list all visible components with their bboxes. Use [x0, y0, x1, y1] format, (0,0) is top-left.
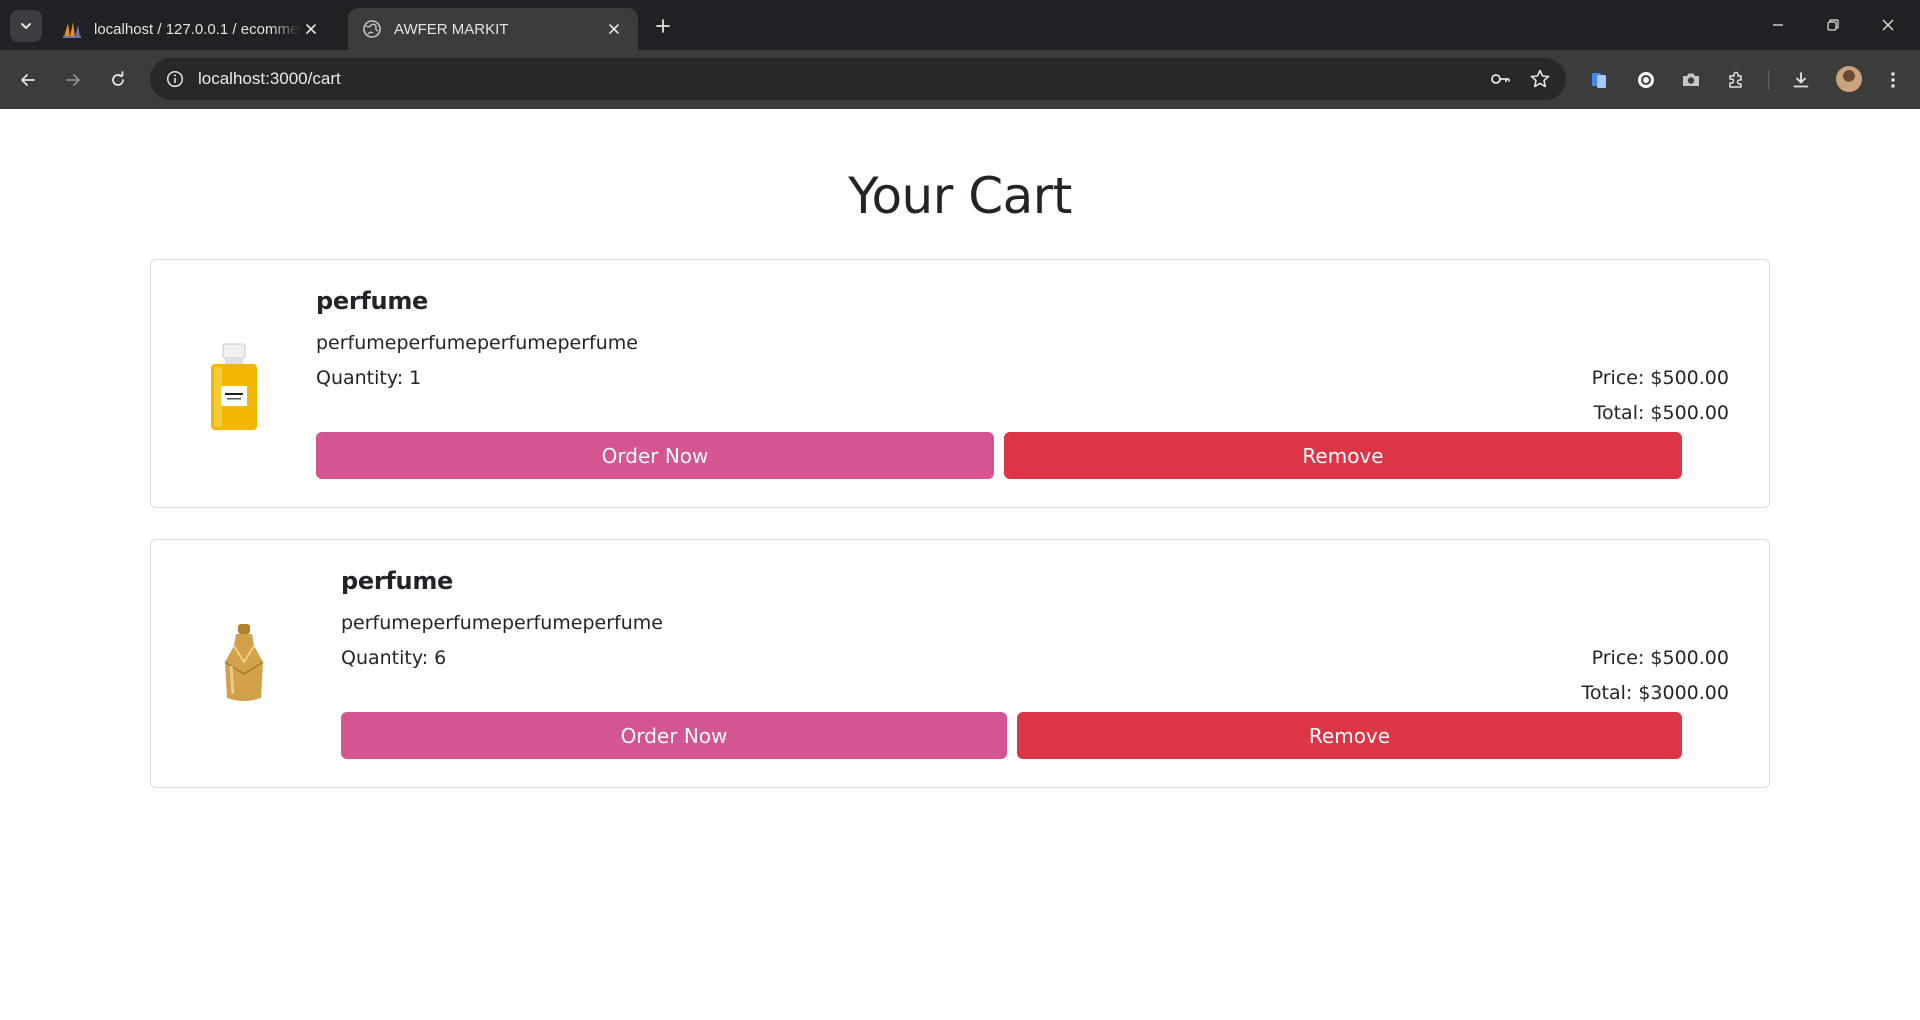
minimize-button[interactable]	[1763, 12, 1793, 38]
arrow-right-icon	[66, 74, 80, 86]
back-button[interactable]	[14, 66, 42, 94]
browser-tab-strip: localhost / 127.0.0.1 / ecommerce AWFER …	[0, 0, 1920, 50]
product-quantity: Quantity: 6	[341, 647, 447, 669]
reload-button[interactable]	[104, 66, 132, 94]
restore-button[interactable]	[1818, 12, 1848, 38]
chevron-down-icon	[21, 23, 31, 29]
address-bar[interactable]: localhost:3000/cart	[150, 58, 1566, 100]
tab-phpmyadmin[interactable]: localhost / 127.0.0.1 / ecommerce	[48, 8, 335, 50]
remove-button[interactable]: Remove	[1004, 432, 1682, 479]
yellow-perfume-bottle-image	[211, 343, 257, 430]
minimize-icon	[1773, 24, 1783, 26]
globe-icon	[363, 20, 381, 38]
page-title: Your Cart	[848, 167, 1072, 225]
order-now-button[interactable]: Order Now	[316, 432, 994, 479]
gold-perfume-bottle-image	[224, 624, 264, 701]
docs-extension-icon[interactable]	[1586, 67, 1612, 93]
plus-icon	[656, 19, 670, 33]
phpmyadmin-sail-icon	[63, 22, 81, 38]
forward-button[interactable]	[59, 66, 87, 94]
close-window-button[interactable]	[1873, 12, 1903, 38]
new-tab-button[interactable]	[650, 13, 676, 39]
site-info-icon[interactable]	[164, 68, 186, 90]
url-text: localhost:3000/cart	[198, 69, 341, 88]
tab-search-button[interactable]	[10, 10, 42, 42]
cart-item-card: perfume perfumeperfumeperfumeperfume Qua…	[150, 539, 1770, 788]
bookmark-star-icon[interactable]	[1526, 65, 1554, 93]
download-icon[interactable]	[1788, 67, 1814, 93]
close-tab-icon[interactable]	[604, 19, 624, 39]
tab-title: localhost / 127.0.0.1 / ecommerce	[94, 20, 301, 38]
camera-extension-icon[interactable]	[1678, 67, 1704, 93]
circle-extension-icon[interactable]	[1633, 67, 1659, 93]
password-key-icon[interactable]	[1486, 65, 1514, 93]
product-name: perfume	[316, 287, 429, 315]
product-quantity: Quantity: 1	[316, 367, 422, 389]
tab-awfer-markit[interactable]: AWFER MARKIT	[348, 8, 638, 50]
product-price: Price: $500.00	[1591, 367, 1729, 389]
arrow-left-icon	[21, 74, 35, 86]
reload-icon	[112, 71, 124, 86]
product-total: Total: $500.00	[1593, 402, 1729, 424]
more-menu-icon[interactable]	[1880, 67, 1906, 93]
product-description: perfumeperfumeperfumeperfume	[341, 612, 663, 634]
remove-button[interactable]: Remove	[1017, 712, 1682, 759]
close-icon	[1882, 19, 1894, 31]
product-description: perfumeperfumeperfumeperfume	[316, 332, 638, 354]
toolbar-separator	[1768, 70, 1769, 90]
cart-item-card: perfume perfumeperfumeperfumeperfume Qua…	[150, 259, 1770, 508]
browser-toolbar: localhost:3000/cart	[0, 50, 1920, 109]
product-total: Total: $3000.00	[1581, 682, 1729, 704]
close-tab-icon[interactable]	[301, 19, 321, 39]
profile-avatar[interactable]	[1836, 66, 1862, 92]
order-now-button[interactable]: Order Now	[341, 712, 1007, 759]
product-name: perfume	[341, 567, 454, 595]
tab-title: AWFER MARKIT	[394, 20, 509, 38]
restore-icon	[1827, 19, 1839, 31]
page-content: Your Cart perfume perfumeperfumeperfumep…	[0, 109, 1920, 1020]
product-price: Price: $500.00	[1591, 647, 1729, 669]
extensions-puzzle-icon[interactable]	[1723, 67, 1749, 93]
